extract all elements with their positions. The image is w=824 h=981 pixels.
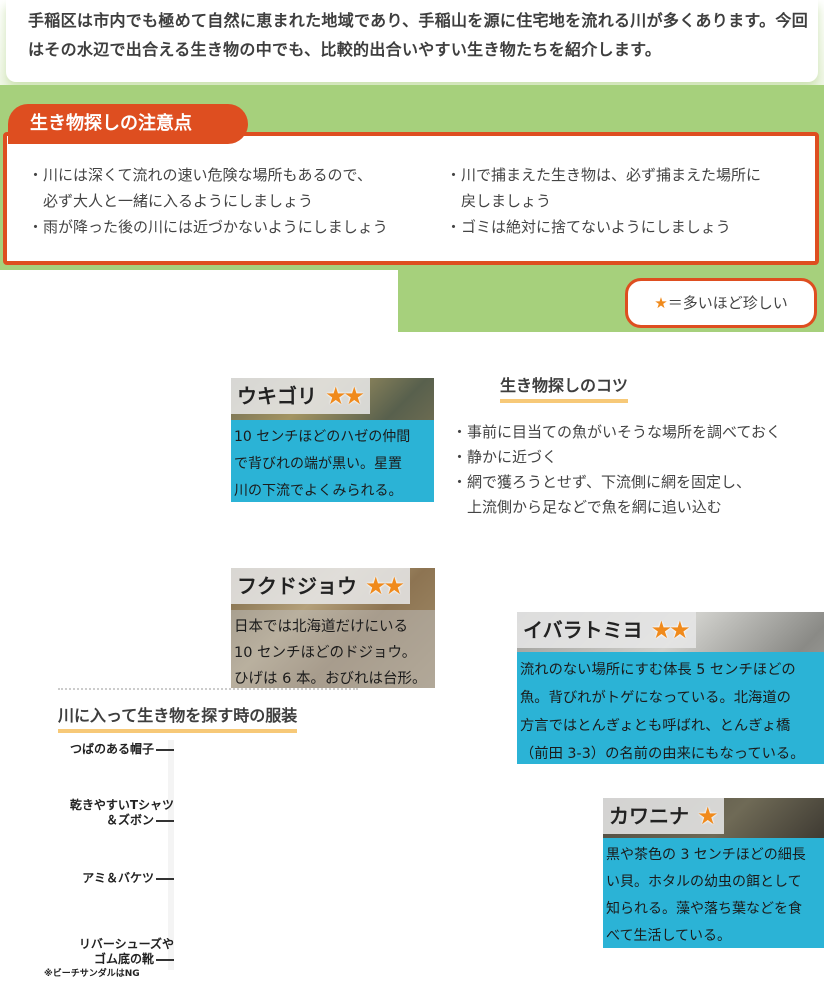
outfit-label-net: アミ＆バケツ <box>40 871 174 886</box>
creature-description: 日本では北海道だけにいる 10 センチほどのドジョウ。 ひげは 6 本。おびれは… <box>231 610 435 688</box>
creature-name: ウキゴリ ★★ <box>231 378 371 414</box>
outfit-figure <box>168 740 174 970</box>
creature-card-kawanina: カワニナ ★ 黒や茶色の 3 センチほどの細長 い貝。ホタルの幼虫の餌として 知… <box>603 798 824 948</box>
dotted-divider <box>58 688 358 690</box>
tip-item: ・静かに近づく <box>452 448 558 466</box>
rarity-stars-icon: ★★ <box>325 382 365 410</box>
rarity-stars-icon: ★★ <box>365 572 405 600</box>
creature-name: カワニナ ★ <box>603 798 724 834</box>
tips-heading: 生き物探しのコツ <box>500 372 629 403</box>
caution-item: ・ゴミは絶対に捨てないようにしましょう <box>446 218 731 236</box>
leader-line <box>156 877 174 880</box>
leader-line <box>156 819 174 822</box>
tip-item: 上流側から足などで魚を網に追い込む <box>452 498 722 516</box>
intro-text: 手稲区は市内でも極めて自然に恵まれた地域であり、手稲山を源に住宅地を流れる川が多… <box>28 11 809 59</box>
creature-card-ukigori: ウキゴリ ★★ 10 センチほどのハゼの仲間 で背びれの端が黒い。星置 川の下流… <box>231 378 434 502</box>
creature-description: 10 センチほどのハゼの仲間 で背びれの端が黒い。星置 川の下流でよくみられる。 <box>231 420 434 502</box>
outfit-label-hat: つばのある帽子 <box>40 742 174 757</box>
legend-text: ＝多いほど珍しい <box>667 294 788 312</box>
caution-item: 必ず大人と一緒に入るようにしましょう <box>28 192 314 210</box>
outfit-note: ※ビーチサンダルはNG <box>44 969 140 979</box>
creature-card-ibaratomiyo: イバラトミヨ ★★ 流れのない場所にすむ体長 5 センチほどの 魚。背びれがトゲ… <box>517 612 824 764</box>
caution-list-left: ・川には深くて流れの速い危険な場所もあるので、 必ず大人と一緒に入るようにしまし… <box>28 162 428 240</box>
tip-item: ・網で獲ろうとせず、下流側に網を固定し、 <box>452 473 751 491</box>
outfit-label-shoes: リバーシューズや ゴム底の靴 <box>78 937 174 966</box>
caution-item: ・雨が降った後の川には近づかないようにしましょう <box>28 218 388 236</box>
outfit-label-shirt: 乾きやすいTシャツ ＆ズボン <box>69 798 174 827</box>
creature-description: 流れのない場所にすむ体長 5 センチほどの 魚。背びれがトゲになっている。北海道… <box>517 652 824 764</box>
creature-description: 黒や茶色の 3 センチほどの細長 い貝。ホタルの幼虫の餌として 知られる。藻や落… <box>603 838 824 948</box>
caution-item: ・川には深くて流れの速い危険な場所もあるので、 <box>28 166 372 184</box>
rarity-stars-icon: ★★ <box>650 616 691 644</box>
creature-card-fukudojo: フクドジョウ ★★ 日本では北海道だけにいる 10 センチほどのドジョウ。 ひげ… <box>231 568 435 688</box>
star-icon: ★ <box>654 294 668 312</box>
creature-name: イバラトミヨ ★★ <box>517 612 696 648</box>
tip-item: ・事前に目当ての魚がいそうな場所を調べておく <box>452 423 781 441</box>
caution-list-right: ・川で捕まえた生き物は、必ず捕まえた場所に 戻しましょう ・ゴミは絶対に捨てない… <box>446 162 816 240</box>
leader-line <box>156 958 174 961</box>
rarity-legend: ★＝多いほど珍しい <box>625 278 817 328</box>
tips-list: ・事前に目当ての魚がいそうな場所を調べておく ・静かに近づく ・網で獲ろうとせず… <box>452 420 822 520</box>
creature-name: フクドジョウ ★★ <box>231 568 411 604</box>
rarity-star-icon: ★ <box>697 802 718 830</box>
intro-box: 手稲区は市内でも極めて自然に恵まれた地域であり、手稲山を源に住宅地を流れる川が多… <box>6 0 818 82</box>
outfit-heading: 川に入って生き物を探す時の服装 <box>58 702 298 733</box>
caution-title: 生き物探しの注意点 <box>8 104 248 144</box>
caution-item: ・川で捕まえた生き物は、必ず捕まえた場所に <box>446 166 762 184</box>
leader-line <box>156 748 174 751</box>
caution-item: 戻しましょう <box>446 192 552 210</box>
